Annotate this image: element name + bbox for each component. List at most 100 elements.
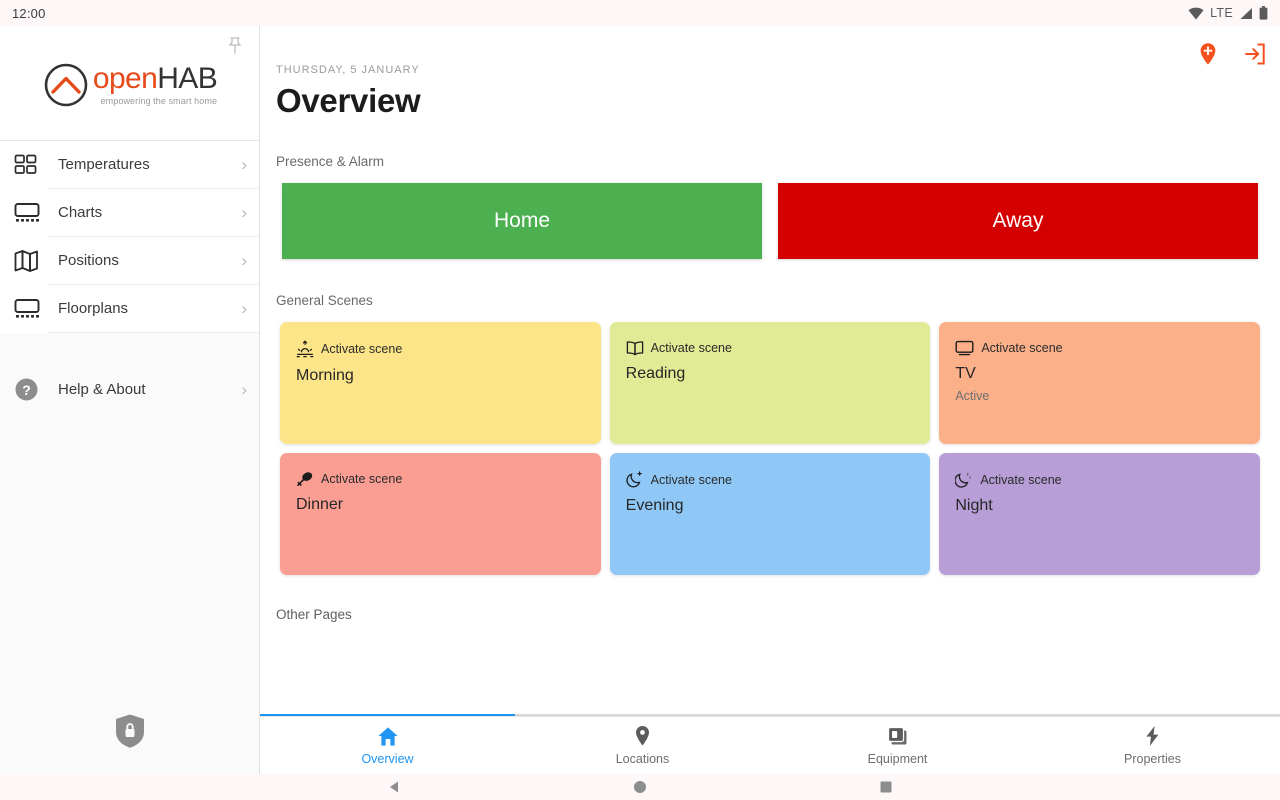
moon-sleep-icon: z z bbox=[955, 471, 973, 488]
status-clock: 12:00 bbox=[12, 5, 46, 21]
scene-action-label: Activate scene bbox=[321, 472, 403, 486]
sidebar: openHAB empowering the smart home Temper… bbox=[0, 26, 260, 774]
page-header: THURSDAY, 5 JANUARY Overview bbox=[260, 26, 1280, 120]
presence-button-home[interactable]: Home bbox=[282, 183, 762, 259]
tab-locations[interactable]: Locations bbox=[515, 717, 770, 774]
map-pin-icon bbox=[634, 725, 651, 747]
scene-action-label: Activate scene bbox=[650, 341, 732, 355]
signal-icon bbox=[1239, 7, 1253, 20]
presence-button-label: Home bbox=[493, 209, 551, 232]
logout-icon[interactable] bbox=[1244, 43, 1266, 65]
page-title: Overview bbox=[276, 82, 421, 119]
scene-card-dinner[interactable]: Activate scene Dinner bbox=[280, 453, 601, 575]
logo-text-open: open bbox=[92, 62, 158, 95]
status-system-icons: LTE bbox=[1188, 6, 1268, 20]
moon-stars-icon bbox=[626, 471, 644, 488]
app-root: 12:00 LTE openHAB empowering the smart h… bbox=[0, 0, 1280, 800]
sidebar-item-label: Temperatures bbox=[58, 156, 150, 173]
sidebar-item-label: Charts bbox=[58, 204, 103, 221]
tab-overview[interactable]: Overview bbox=[260, 717, 515, 774]
chevron-right-icon: › bbox=[241, 155, 247, 174]
sidebar-item-label: Help & About bbox=[58, 380, 146, 398]
home-icon bbox=[377, 726, 399, 747]
presence-button-away[interactable]: Away bbox=[778, 183, 1258, 259]
chevron-right-icon: › bbox=[241, 251, 247, 270]
android-status-bar: 12:00 LTE bbox=[0, 0, 1280, 26]
shield-lock-icon[interactable] bbox=[114, 713, 146, 749]
tab-equipment[interactable]: Equipment bbox=[770, 717, 1025, 774]
scene-grid: Activate scene Morning Activate scene Re… bbox=[260, 322, 1280, 575]
sidebar-item-floorplans[interactable]: Floorplans › bbox=[0, 285, 259, 333]
equipment-icon bbox=[887, 726, 909, 747]
tv-icon bbox=[955, 340, 974, 356]
add-location-pin-icon[interactable] bbox=[1198, 42, 1218, 66]
tab-label: Overview bbox=[361, 751, 414, 766]
scene-card-night[interactable]: z z Activate scene Night bbox=[939, 453, 1260, 575]
scene-action-label: Activate scene bbox=[980, 472, 1062, 487]
presence-button-label: Away bbox=[992, 209, 1044, 232]
scene-card-reading[interactable]: Activate scene Reading bbox=[609, 322, 931, 444]
folded-map-icon bbox=[14, 249, 48, 273]
scene-name: Reading bbox=[625, 365, 686, 382]
logo-tagline: empowering the smart home bbox=[100, 96, 218, 106]
main-content: THURSDAY, 5 JANUARY Overview Presence & … bbox=[260, 26, 1280, 774]
bolt-icon bbox=[1145, 725, 1160, 747]
scene-name: Morning bbox=[296, 367, 354, 384]
chevron-right-icon: › bbox=[241, 203, 247, 222]
floorplan-screen-icon bbox=[14, 298, 48, 320]
network-type-label: LTE bbox=[1210, 6, 1233, 20]
open-book-icon bbox=[626, 340, 644, 356]
scene-name: Night bbox=[955, 497, 993, 514]
chart-screen-icon bbox=[14, 202, 48, 224]
recents-square-icon[interactable] bbox=[878, 779, 894, 795]
tab-label: Equipment bbox=[867, 751, 928, 766]
scenes-section-label: General Scenes bbox=[276, 293, 373, 308]
chevron-right-icon: › bbox=[241, 379, 247, 399]
header-actions bbox=[1198, 42, 1266, 66]
sunrise-icon bbox=[296, 340, 314, 358]
svg-text:?: ? bbox=[22, 382, 31, 398]
presence-section-label: Presence & Alarm bbox=[276, 154, 385, 169]
sidebar-item-charts[interactable]: Charts › bbox=[0, 189, 259, 237]
openhab-logo: openHAB empowering the smart home bbox=[42, 61, 218, 109]
sidebar-item-help-about[interactable]: ? Help & About › bbox=[0, 365, 259, 413]
grid-squares-icon bbox=[14, 153, 48, 177]
presence-row: Home Away bbox=[260, 183, 1280, 259]
sidebar-item-temperatures[interactable]: Temperatures › bbox=[0, 141, 259, 189]
other-pages-label: Other Pages bbox=[276, 607, 352, 622]
sidebar-header: openHAB empowering the smart home bbox=[0, 26, 259, 141]
scene-name: Evening bbox=[625, 497, 684, 514]
scene-action-label: Activate scene bbox=[650, 472, 732, 487]
sidebar-item-label: Floorplans bbox=[58, 300, 129, 317]
scene-card-evening[interactable]: Activate scene Evening bbox=[609, 453, 931, 575]
sidebar-item-label: Positions bbox=[58, 252, 119, 269]
question-circle-icon: ? bbox=[14, 377, 48, 402]
svg-text:z: z bbox=[970, 476, 972, 480]
scene-name: Dinner bbox=[296, 496, 344, 513]
openhab-mark-icon bbox=[42, 61, 90, 109]
battery-icon bbox=[1259, 6, 1268, 20]
scene-state: Active bbox=[955, 389, 990, 403]
drumstick-icon bbox=[296, 471, 314, 487]
scene-card-morning[interactable]: Activate scene Morning bbox=[280, 322, 601, 444]
sidebar-spacer bbox=[0, 413, 259, 688]
tab-properties[interactable]: Properties bbox=[1025, 717, 1280, 774]
sidebar-footer bbox=[0, 688, 259, 774]
home-circle-icon[interactable] bbox=[632, 779, 648, 795]
sidebar-nav: Temperatures › Charts › Positions › Floo… bbox=[0, 141, 259, 333]
tab-label: Properties bbox=[1124, 752, 1181, 766]
scene-card-tv[interactable]: Activate scene TV Active bbox=[939, 322, 1260, 444]
sidebar-help-section: ? Help & About › bbox=[0, 365, 259, 413]
page-date: THURSDAY, 5 JANUARY bbox=[276, 64, 420, 76]
scene-action-label: Activate scene bbox=[321, 342, 403, 356]
android-nav-bar bbox=[0, 774, 1280, 800]
tab-label: Locations bbox=[615, 752, 670, 766]
scene-action-label: Activate scene bbox=[981, 341, 1063, 355]
back-triangle-icon[interactable] bbox=[386, 779, 402, 795]
sidebar-divider-gap bbox=[0, 333, 259, 365]
wifi-icon bbox=[1188, 7, 1204, 20]
sidebar-item-positions[interactable]: Positions › bbox=[0, 237, 259, 285]
chevron-right-icon: › bbox=[241, 299, 247, 318]
scene-name: TV bbox=[955, 365, 976, 382]
pushpin-icon[interactable] bbox=[223, 34, 247, 58]
